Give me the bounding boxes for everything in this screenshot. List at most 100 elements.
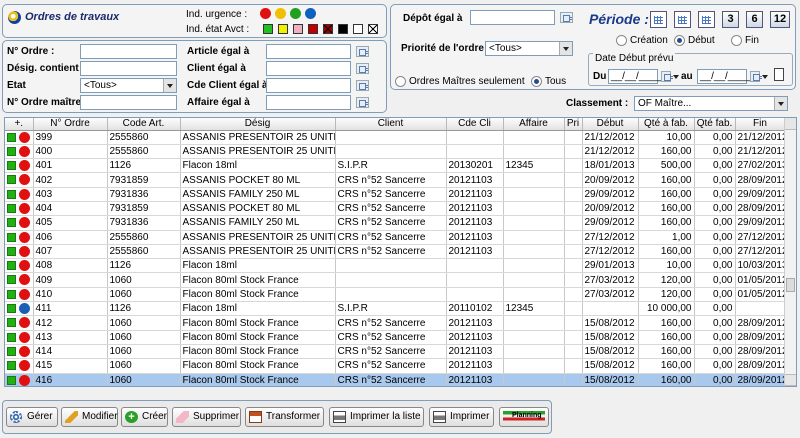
imprimer-button[interactable]: Imprimer [429,407,494,427]
creation-radio[interactable] [616,35,627,46]
table-row[interactable]: 399 2555860 ASSANIS PRESENTOIR 25 UNITES 21… [5,130,786,145]
urgence-dot-icon [19,360,30,372]
du-chevron-down-icon[interactable] [673,75,679,79]
fin-radio[interactable] [731,35,742,46]
table-row[interactable]: 412 1060 Flacon 80ml Stock France CRS n°52 … [5,315,786,331]
modifier-button[interactable]: Modifier [61,407,118,427]
table-row[interactable]: 408 1126 Flacon 18ml 29/01/2013 10,00 0,00 10/… [5,258,786,274]
periode-3-button[interactable]: 3 [722,11,739,28]
debut-radio[interactable] [674,35,685,46]
table-row[interactable]: 407 2555860 ASSANIS PRESENTOIR 25 UNITES CR… [5,244,786,260]
column-header[interactable]: Pri [564,118,583,131]
column-header[interactable]: Qté fab. [694,118,736,131]
desig-label: Désig. contient [7,63,79,74]
table-row[interactable]: 413 1060 Flacon 80ml Stock France CRS n°52 … [5,330,786,345]
etat-square-icon [7,175,16,185]
column-header[interactable]: Code Art. [107,118,181,131]
gerer-button[interactable]: Gérer [6,407,58,427]
periode-6-button[interactable]: 6 [746,11,763,28]
cell-cde [446,144,504,160]
article-input[interactable] [266,44,351,59]
cell-desig: ASSANIS POCKET 80 ML [180,172,336,188]
column-header[interactable]: +. [5,118,34,131]
periode-month-button[interactable] [698,11,715,28]
au-calendar-icon[interactable] [750,71,762,82]
column-header[interactable]: Début [582,118,639,131]
table-row[interactable]: 404 7931859 ASSANIS POCKET 80 ML CRS n°52 S… [5,201,786,217]
cell-client: CRS n°52 Sancerre [335,344,447,360]
urgence-dot-icon [19,374,30,386]
au-chevron-down-icon[interactable] [762,75,768,79]
cell-ordre: 412 [33,315,108,331]
column-header[interactable]: Client [335,118,447,131]
periode-day-button[interactable] [650,11,667,28]
table-row[interactable]: 401 1126 Flacon 18ml S.I.P.R 20130201 12345 18… [5,158,786,174]
depot-picker-icon[interactable] [560,12,573,23]
supprimer-button[interactable]: Supprimer [172,407,241,427]
column-header[interactable]: Fin [735,118,786,131]
au-date-input[interactable]: __/__/____ [697,69,750,84]
row-status-cell [5,144,34,160]
table-row[interactable]: 402 7931859 ASSANIS POCKET 80 ML CRS n°52 S… [5,172,786,188]
column-header[interactable]: Qté à fab. [638,118,695,131]
urgence-dot-icon [19,145,30,157]
chevron-down-icon[interactable] [163,79,176,92]
table-row[interactable]: 414 1060 Flacon 80ml Stock France CRS n°52 … [5,344,786,360]
table-row[interactable]: 405 7931836 ASSANIS FAMILY 250 ML CRS n°52 … [5,215,786,231]
affaire-input[interactable] [266,95,351,110]
table-row[interactable]: 403 7931836 ASSANIS FAMILY 250 ML CRS n°52 … [5,187,786,202]
scroll-up-icon[interactable] [785,118,796,130]
column-header[interactable]: Affaire [503,118,565,131]
ordre-maitre-input[interactable] [80,95,177,110]
modifier-label: Modifier [82,411,118,422]
depot-input[interactable] [470,10,555,25]
ordres-maitres-radio[interactable] [395,76,406,87]
chevron-down-icon[interactable] [559,42,572,55]
cell-fab: 0,00 [694,287,736,303]
imprimer-liste-button[interactable]: Imprimer la liste [329,407,424,427]
table-row[interactable]: 400 2555860 ASSANIS PRESENTOIR 25 UNITES 21… [5,144,786,160]
periode-week-button[interactable] [674,11,691,28]
column-header[interactable]: N° Ordre [33,118,108,131]
printer-icon [433,411,446,423]
planning-button[interactable]: Planning [499,407,549,427]
table-row[interactable]: 411 1126 Flacon 18ml S.I.P.R 20110102 12345 10… [5,301,786,317]
column-header[interactable]: Cde Cli [446,118,504,131]
ordre-input[interactable] [80,44,177,59]
cell-fab: 0,00 [694,258,736,274]
tous-radio[interactable] [531,76,542,87]
table-row[interactable]: 416 1060 Flacon 80ml Stock France CRS n°52 … [5,372,786,386]
cell-client: CRS n°52 Sancerre [335,187,447,202]
etat-select[interactable]: <Tous> [80,78,177,93]
cde-client-picker-icon[interactable] [356,80,369,91]
affaire-picker-icon[interactable] [356,97,369,108]
desig-input[interactable] [80,61,177,76]
creer-button[interactable]: + Créer [121,407,168,427]
classement-select[interactable]: OF Maître... [634,96,788,111]
cde-client-input[interactable] [266,78,351,93]
scroll-down-icon[interactable] [785,374,796,386]
periode-12-button[interactable]: 12 [770,11,790,28]
client-input[interactable] [266,61,351,76]
transformer-button[interactable]: Transformer [245,407,324,427]
cell-qte: 160,00 [638,144,695,160]
cell-debut: 20/09/2012 [582,172,639,188]
du-calendar-icon[interactable] [661,71,673,82]
column-header[interactable]: Désig [180,118,336,131]
scroll-thumb[interactable] [786,278,795,292]
table-row[interactable]: 415 1060 Flacon 80ml Stock France CRS n°52 … [5,358,786,374]
client-picker-icon[interactable] [356,63,369,74]
cell-code: 1126 [107,158,181,174]
article-picker-icon[interactable] [356,46,369,57]
cell-pri [564,287,583,303]
du-date-input[interactable]: __/__/____ [608,69,661,84]
table-row[interactable]: 406 2555860 ASSANIS PRESENTOIR 25 UNITES CR… [5,230,786,245]
chevron-down-icon[interactable] [774,97,787,110]
table-row[interactable]: 409 1060 Flacon 80ml Stock France 27/03/201… [5,272,786,288]
row-status-cell [5,272,34,288]
vertical-scrollbar[interactable] [784,118,796,386]
priorite-select[interactable]: <Tous> [485,41,573,56]
document-icon[interactable] [774,68,784,81]
table-row[interactable]: 410 1060 Flacon 80ml Stock France 27/03/201… [5,287,786,303]
cell-cde: 20121103 [446,215,504,231]
